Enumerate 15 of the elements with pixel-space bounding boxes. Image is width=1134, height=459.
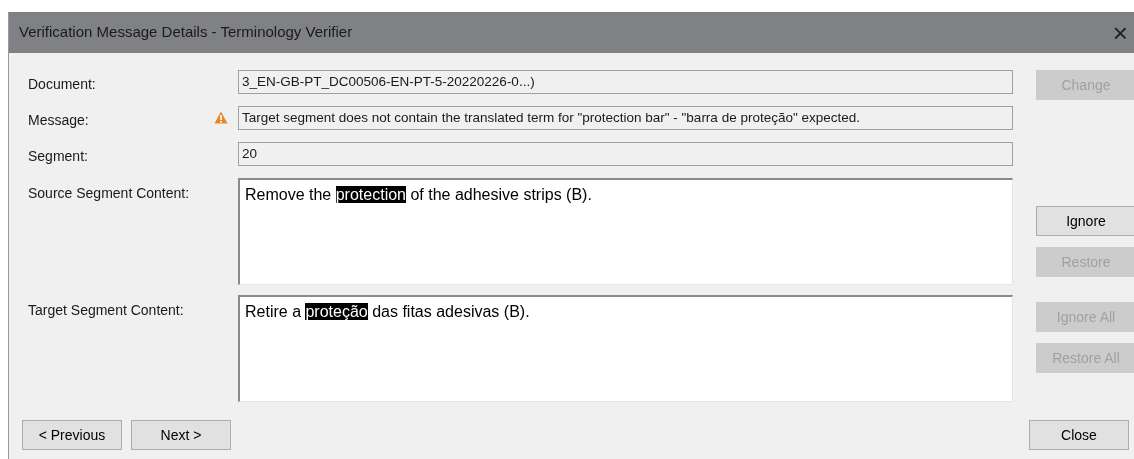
readonly-field[interactable]: Target segment does not contain the translated term for "protection bar" - "barra de proteção" expected. [238, 106, 1013, 130]
field-label: Document: [28, 75, 96, 94]
dialog-button[interactable]: Close [1029, 420, 1129, 450]
dialog-button[interactable]: Ignore [1036, 206, 1134, 236]
readonly-field[interactable]: 20 [238, 142, 1013, 166]
field-label: Segment: [28, 147, 88, 166]
segment-text: Retire a proteção das fitas adesivas (B). [245, 303, 530, 320]
field-label: Target Segment Content: [28, 301, 184, 320]
dialog-button[interactable]: < Previous [22, 420, 122, 450]
field-label: Message: [28, 111, 89, 130]
dialog-button[interactable]: Next > [131, 420, 231, 450]
field-label: Source Segment Content: [28, 184, 190, 203]
segment-text: Remove the protection of the adhesive strips (B). [245, 186, 592, 203]
window-title: Verification Message Details - Terminology Verifier [19, 22, 353, 43]
readonly-field[interactable]: 3_EN-GB-PT_DC00506-EN-PT-5-20220226-0...) [238, 70, 1013, 94]
